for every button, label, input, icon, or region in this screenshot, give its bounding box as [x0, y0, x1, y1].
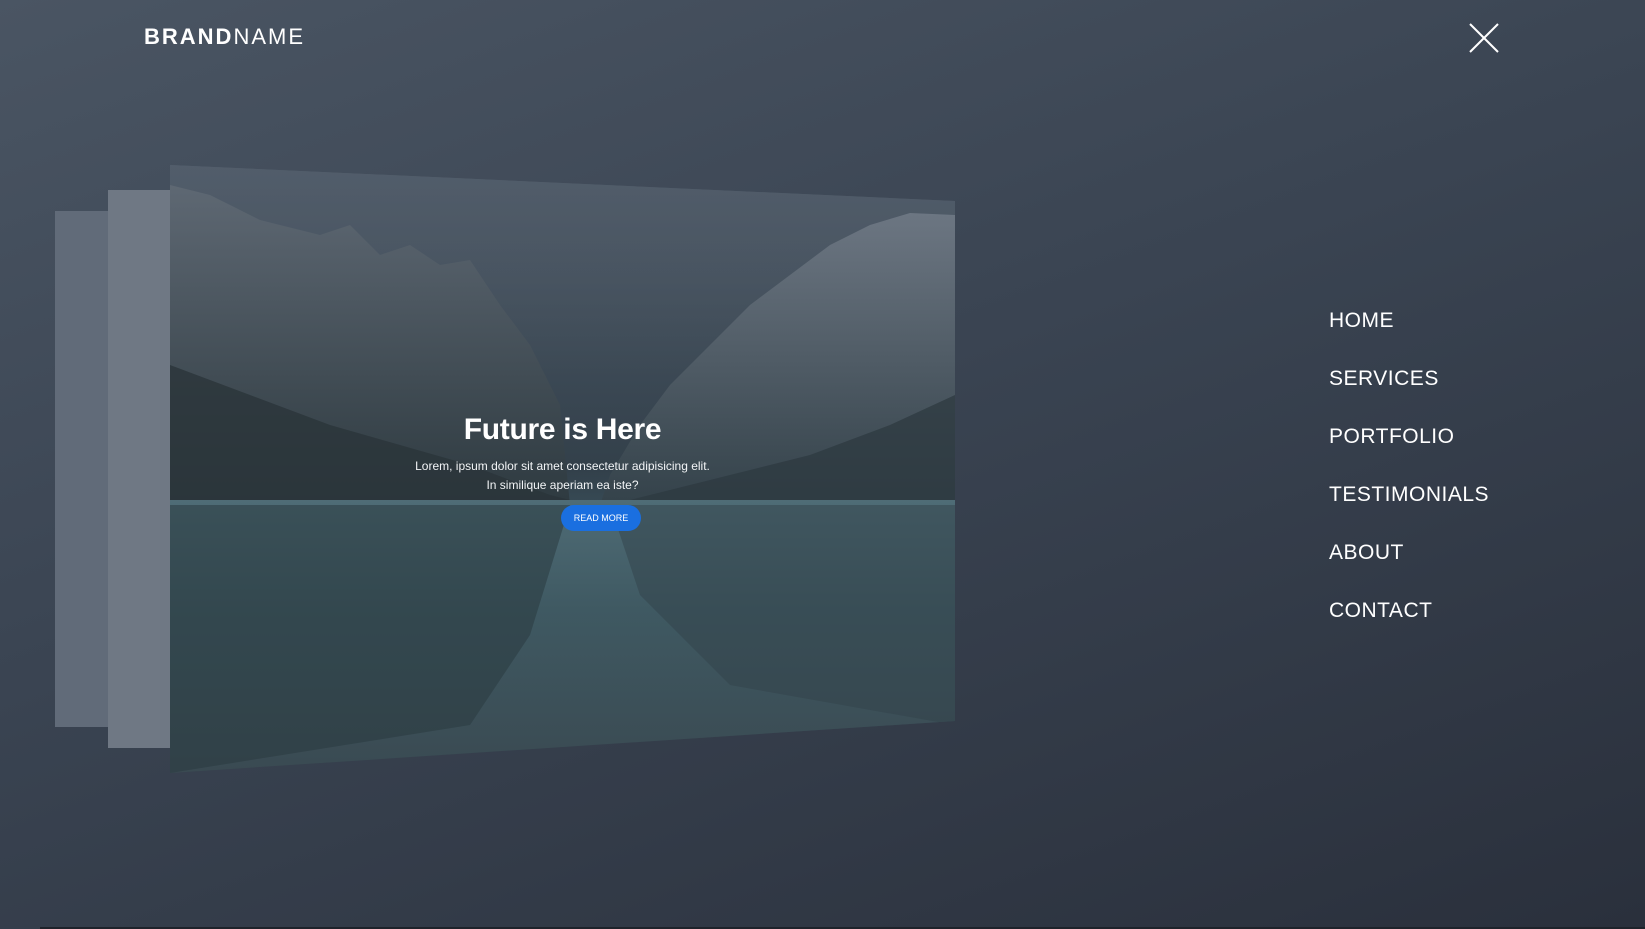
nav-item-services[interactable]: SERVICES — [1329, 367, 1489, 425]
nav-item-contact[interactable]: CONTACT — [1329, 599, 1489, 657]
nav-item-home[interactable]: HOME — [1329, 309, 1489, 367]
close-icon — [1469, 23, 1499, 53]
hero-description-line-1: Lorem, ipsum dolor sit amet consectetur … — [415, 459, 710, 473]
hero-description-line-2: In similique aperiam ea iste? — [486, 478, 639, 492]
stacked-card-middle[interactable] — [108, 190, 170, 748]
nav-item-portfolio[interactable]: PORTFOLIO — [1329, 425, 1489, 483]
hero-description: Lorem, ipsum dolor sit amet consectetur … — [170, 457, 955, 495]
nav-item-about[interactable]: ABOUT — [1329, 541, 1489, 599]
main-nav: HOME SERVICES PORTFOLIO TESTIMONIALS ABO… — [1329, 309, 1489, 657]
nav-item-testimonials[interactable]: TESTIMONIALS — [1329, 483, 1489, 541]
read-more-button[interactable]: READ MORE — [561, 505, 641, 531]
close-button[interactable] — [1466, 20, 1502, 56]
hero-card: Future is Here Lorem, ipsum dolor sit am… — [170, 165, 955, 773]
slider-stack: Future is Here Lorem, ipsum dolor sit am… — [0, 0, 1000, 929]
hero-title: Future is Here — [463, 413, 662, 446]
